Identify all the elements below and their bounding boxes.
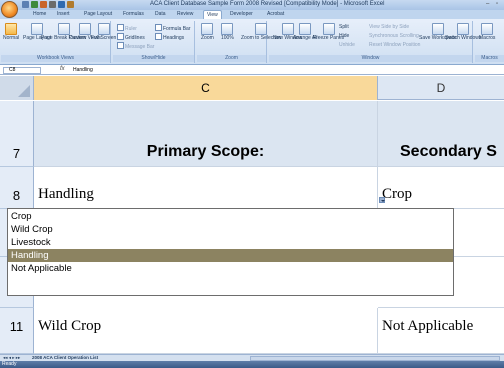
tab-formulas[interactable]: Formulas: [123, 11, 144, 17]
sort-icon[interactable]: [58, 1, 65, 8]
tab-acrobat[interactable]: Acrobat: [267, 11, 284, 17]
formula-input[interactable]: Handling: [73, 67, 93, 73]
unhide-button[interactable]: Unhide: [339, 42, 355, 48]
page-break-icon: [57, 23, 70, 35]
tab-home[interactable]: Home: [33, 11, 46, 17]
tab-insert[interactable]: Insert: [57, 11, 70, 17]
zoom-button[interactable]: Zoom: [201, 23, 214, 41]
name-box[interactable]: C8: [3, 67, 41, 74]
formula-bar-checkbox[interactable]: Formula Bar: [155, 24, 191, 32]
ribbon-tabs: Home Insert Page Layout Formulas Data Re…: [0, 10, 504, 19]
sheet-tab-bar: ◂◂ ◂ ▸ ▸▸ 2008 ACA Client Operation List: [0, 354, 504, 361]
full-screen-icon: [97, 23, 110, 35]
magnifier-icon: [201, 23, 214, 35]
office-button[interactable]: [1, 1, 18, 18]
headings-checkbox[interactable]: Headings: [155, 33, 184, 41]
column-header-d[interactable]: D: [378, 76, 504, 100]
normal-view-icon: [5, 23, 18, 35]
restore-icon[interactable]: ▫: [496, 1, 498, 7]
group-window: New Window Arrange All Freeze Panes Spli…: [269, 21, 481, 63]
group-macros: Macros Macros: [475, 21, 504, 63]
row-header-8[interactable]: 8: [0, 167, 34, 209]
group-label: Show/Hide: [113, 55, 194, 62]
dropdown-option-crop[interactable]: Crop: [8, 210, 453, 223]
dropdown-option-handling[interactable]: Handling: [8, 249, 453, 262]
undo-icon[interactable]: [31, 1, 38, 8]
group-show-hide: Ruler Gridlines Message Bar Formula Bar …: [113, 21, 195, 63]
validation-dropdown-list: Crop Wild Crop Livestock Handling Not Ap…: [7, 208, 454, 296]
save-icon[interactable]: [22, 1, 29, 8]
quick-access-toolbar: [22, 1, 74, 9]
freeze-icon: [322, 23, 335, 35]
zoom-100-button[interactable]: 100%: [221, 23, 234, 41]
cell-text: Wild Crop: [38, 318, 102, 334]
cell-d11[interactable]: Not Applicable: [378, 308, 504, 354]
cell-text: Crop: [382, 186, 412, 202]
filter-icon[interactable]: [67, 1, 74, 8]
new-window-icon: [281, 23, 294, 35]
custom-views-icon: [78, 23, 91, 35]
message-bar-checkbox[interactable]: Message Bar: [117, 42, 154, 50]
tab-review[interactable]: Review: [177, 11, 193, 17]
cell-text: Primary Scope:: [146, 143, 265, 160]
window-title: ACA Client Database Sample Form 2008 Rev…: [150, 1, 385, 7]
sheet-tab-active[interactable]: 2008 ACA Client Operation List: [32, 355, 98, 360]
cell-c7[interactable]: Primary Scope:: [34, 101, 378, 167]
tab-page-layout[interactable]: Page Layout: [84, 11, 112, 17]
tab-data[interactable]: Data: [155, 11, 166, 17]
fx-icon[interactable]: fx: [60, 66, 65, 72]
status-text: Ready: [2, 361, 17, 367]
macros-icon: [481, 23, 494, 35]
cell-c8[interactable]: Handling: [34, 167, 378, 209]
dropdown-option-not-applicable[interactable]: Not Applicable: [8, 262, 453, 275]
arrange-icon: [299, 23, 312, 35]
synchronous-scrolling-button[interactable]: Synchronous Scrolling: [369, 33, 419, 39]
switch-windows-icon: [457, 23, 470, 35]
tab-view[interactable]: View: [203, 10, 222, 19]
group-label: Macros: [475, 55, 504, 62]
zoom-selection-icon: [255, 23, 268, 35]
cell-text: Secondary S: [400, 143, 497, 160]
redo-icon[interactable]: [40, 1, 47, 8]
hide-button[interactable]: Hide: [339, 33, 349, 39]
workspace-icon: [431, 23, 444, 35]
cell-d7[interactable]: Secondary S: [378, 101, 504, 167]
macros-button[interactable]: Macros: [479, 23, 495, 41]
tab-developer[interactable]: Developer: [230, 11, 253, 17]
title-bar: ACA Client Database Sample Form 2008 Rev…: [0, 0, 504, 10]
cell-c11[interactable]: Wild Crop: [34, 308, 378, 354]
group-label: Window: [269, 55, 472, 62]
zoom-100-icon: [221, 23, 234, 35]
row-header-7[interactable]: 7: [0, 101, 34, 167]
gridlines-checkbox[interactable]: Gridlines: [117, 33, 145, 41]
dropdown-option-wild-crop[interactable]: Wild Crop: [8, 223, 453, 236]
column-headers: C D: [0, 76, 504, 100]
view-side-by-side-button[interactable]: View Side by Side: [369, 24, 409, 30]
print-icon[interactable]: [49, 1, 56, 8]
normal-view-button[interactable]: Normal: [3, 23, 19, 41]
row-header-11[interactable]: 11: [0, 308, 34, 354]
dropdown-option-livestock[interactable]: Livestock: [8, 236, 453, 249]
ruler-checkbox[interactable]: Ruler: [117, 24, 137, 32]
excel-window: ACA Client Database Sample Form 2008 Rev…: [0, 0, 504, 368]
group-label: Workbook Views: [1, 55, 110, 62]
split-button[interactable]: Split: [339, 24, 349, 30]
status-bar: Ready: [0, 361, 504, 368]
reset-window-position-button[interactable]: Reset Window Position: [369, 42, 420, 48]
cell-text: Not Applicable: [382, 318, 474, 334]
cell-text: Handling: [38, 186, 94, 202]
ribbon: Normal Page Layout Page Break Preview Cu…: [0, 19, 504, 65]
group-label: Zoom: [197, 55, 266, 62]
group-workbook-views: Normal Page Layout Page Break Preview Cu…: [1, 21, 116, 63]
column-header-c[interactable]: C: [34, 76, 378, 100]
cell-d8[interactable]: Crop: [378, 167, 504, 209]
formula-bar: C8 fx Handling: [0, 66, 504, 75]
group-zoom: Zoom 100% Zoom to Selection Zoom: [197, 21, 281, 63]
select-all-button[interactable]: [0, 76, 34, 100]
minimize-icon[interactable]: –: [486, 1, 489, 7]
dropdown-arrow-icon[interactable]: [379, 197, 385, 203]
